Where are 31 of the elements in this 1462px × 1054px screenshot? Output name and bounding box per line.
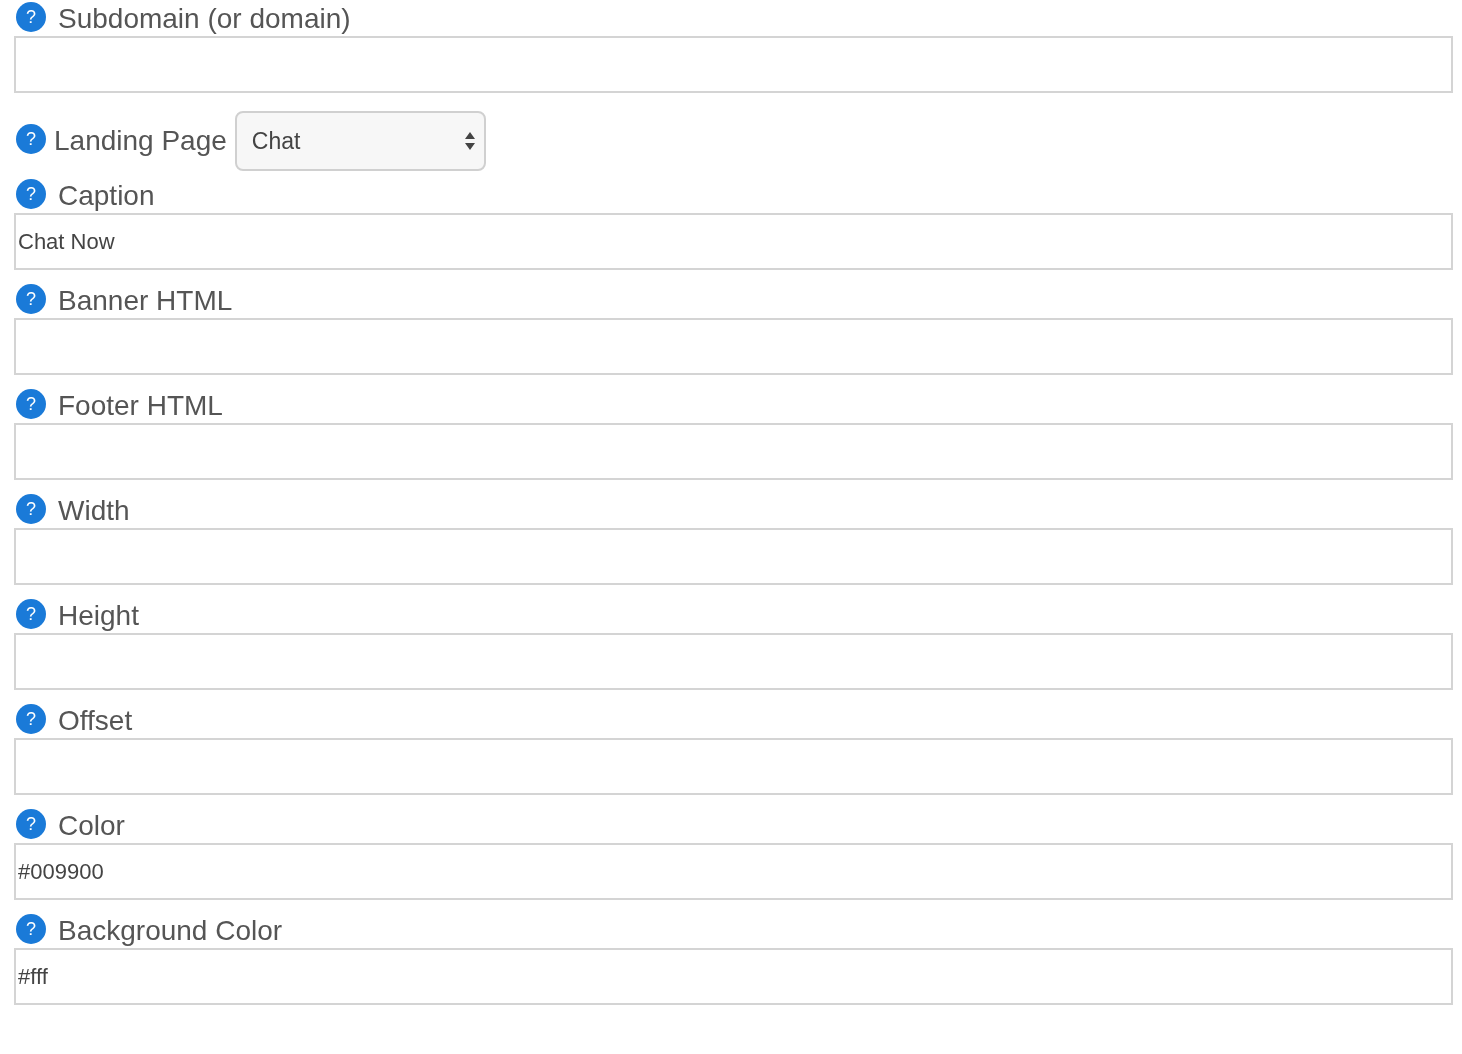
field-label: Width [58,495,130,527]
input-field[interactable]: #fff [14,948,1453,1005]
input-field[interactable] [14,36,1453,93]
help-icon[interactable]: ? [16,704,46,734]
field-label: Offset [58,705,133,737]
help-icon[interactable]: ? [16,284,46,314]
select-field[interactable]: Chat [234,111,486,171]
field-label: Height [58,600,139,632]
field-label: Banner HTML [58,285,233,317]
field-label: Footer HTML [58,390,223,422]
field-label: Caption [58,180,155,212]
input-field[interactable] [14,528,1453,585]
help-icon[interactable]: ? [16,179,46,209]
input-field[interactable] [14,738,1453,795]
field-label: Background Color [58,915,283,947]
help-icon[interactable]: ? [16,389,46,419]
input-field[interactable]: #009900 [14,843,1453,900]
field-label: Color [58,810,125,842]
field-label: Subdomain (or domain) [58,3,351,35]
input-field[interactable] [14,318,1453,375]
help-icon[interactable]: ? [16,2,46,32]
help-icon[interactable]: ? [16,494,46,524]
input-field[interactable]: Chat Now [14,213,1453,270]
help-icon[interactable]: ? [16,599,46,629]
help-icon[interactable]: ? [16,914,46,944]
sort-arrows-icon [463,130,476,152]
help-icon[interactable]: ? [16,124,46,154]
help-icon[interactable]: ? [16,809,46,839]
field-label: Landing Page [54,125,227,157]
input-field[interactable] [14,633,1453,690]
input-field[interactable] [14,423,1453,480]
